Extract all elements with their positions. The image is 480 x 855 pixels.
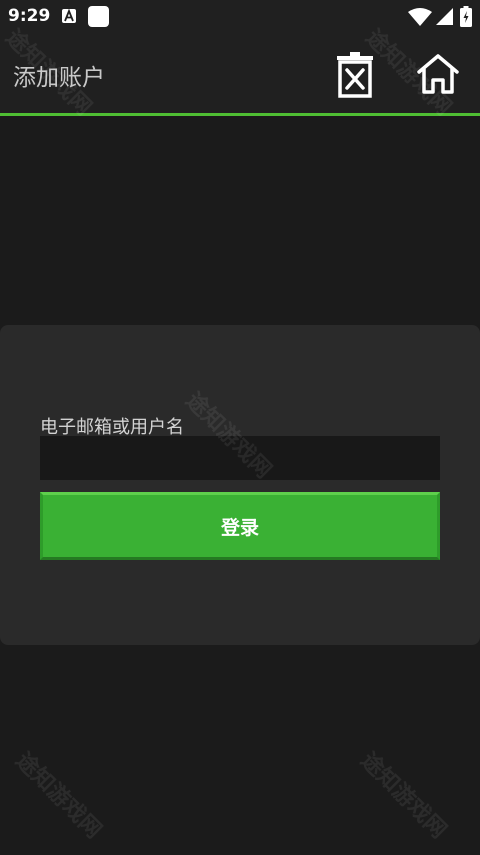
wifi-icon [408, 8, 432, 26]
login-button[interactable]: 登录 [40, 492, 440, 560]
cell-signal-icon [436, 8, 453, 25]
status-bar: 9:29 [0, 0, 480, 32]
battery-charging-icon [460, 6, 472, 27]
login-button-label: 登录 [220, 516, 259, 539]
watermark: 途知游戏网 [10, 748, 106, 844]
app-bar: 添加账户 [0, 32, 480, 113]
page-title: 添加账户 [13, 65, 105, 91]
delete-button[interactable] [331, 50, 379, 98]
login-form-card: 电子邮箱或用户名 登录 [0, 325, 480, 645]
accessibility-a-icon [62, 9, 76, 23]
status-time: 9:29 [8, 6, 51, 26]
home-icon [417, 54, 459, 94]
home-button[interactable] [414, 50, 462, 98]
app-bar-divider [0, 113, 480, 116]
username-input[interactable] [40, 436, 440, 480]
app-square-icon [88, 6, 109, 27]
delete-icon [337, 52, 373, 98]
watermark: 途知游戏网 [355, 748, 451, 844]
